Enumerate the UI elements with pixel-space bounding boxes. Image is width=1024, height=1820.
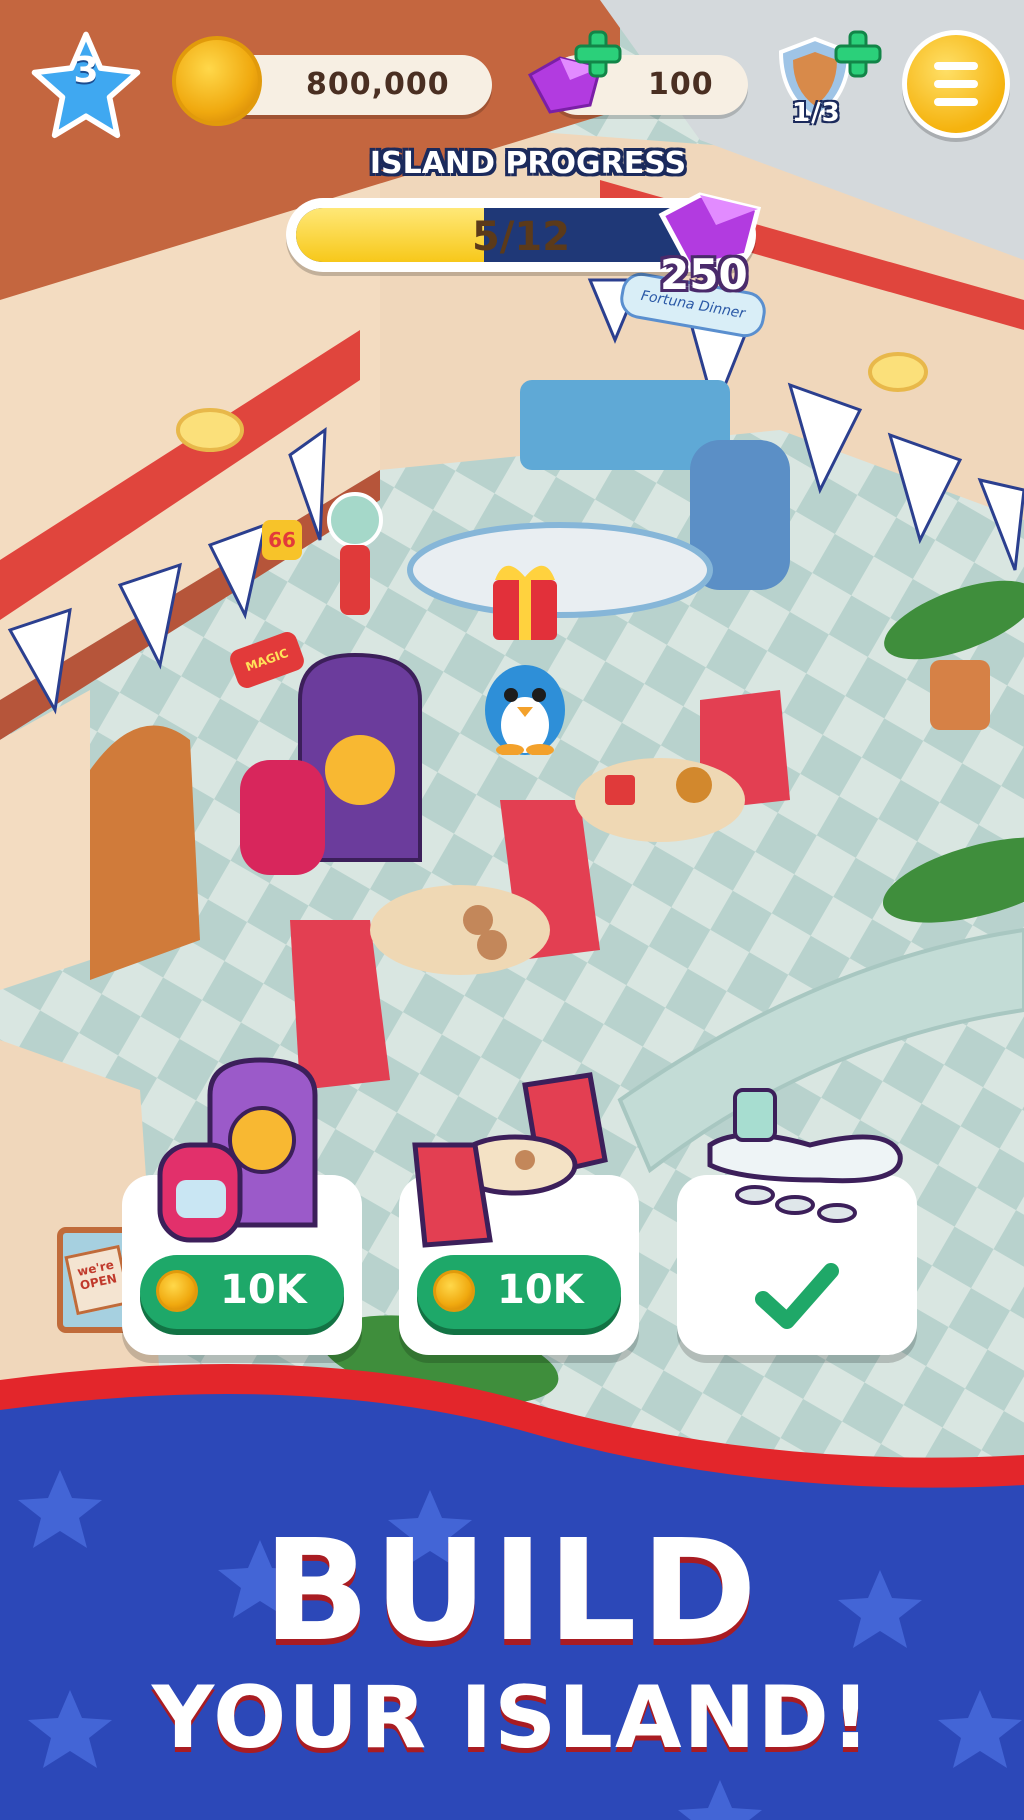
buy-button-booth[interactable]: 10K [417,1255,621,1329]
penguin-character[interactable] [455,535,595,755]
add-shields-icon[interactable] [832,28,884,80]
menu-button[interactable] [902,30,1010,138]
door [90,725,200,980]
player-level: 3 [73,50,99,91]
jukebox-item-image [157,1057,318,1243]
gem-amount: 100 [648,67,714,102]
buy-button-jukebox[interactable]: 10K [140,1255,344,1329]
promo-banner: BUILD YOUR ISLAND! [0,1360,1024,1820]
progress-title: ISLAND PROGRESS [369,146,687,181]
coin-icon [172,36,262,126]
check-icon [755,1263,839,1329]
add-gems-icon[interactable] [572,28,624,80]
progress-reward: 250 [660,250,748,299]
coin-icon [156,1270,198,1312]
shield-count: 1/3 [792,98,841,128]
coin-amount: 800,000 [306,67,450,102]
banner-subheadline: YOUR ISLAND! [151,1668,873,1768]
coin-icon [433,1270,475,1312]
counter-item-image [707,1088,903,1223]
route-66-sign: 66 [262,520,302,560]
price-label: 10K [220,1267,307,1313]
banner-headline: BUILD [263,1510,761,1673]
booth-item-image [412,1072,608,1248]
price-label: 10K [497,1267,584,1313]
menu-icon [934,62,978,70]
